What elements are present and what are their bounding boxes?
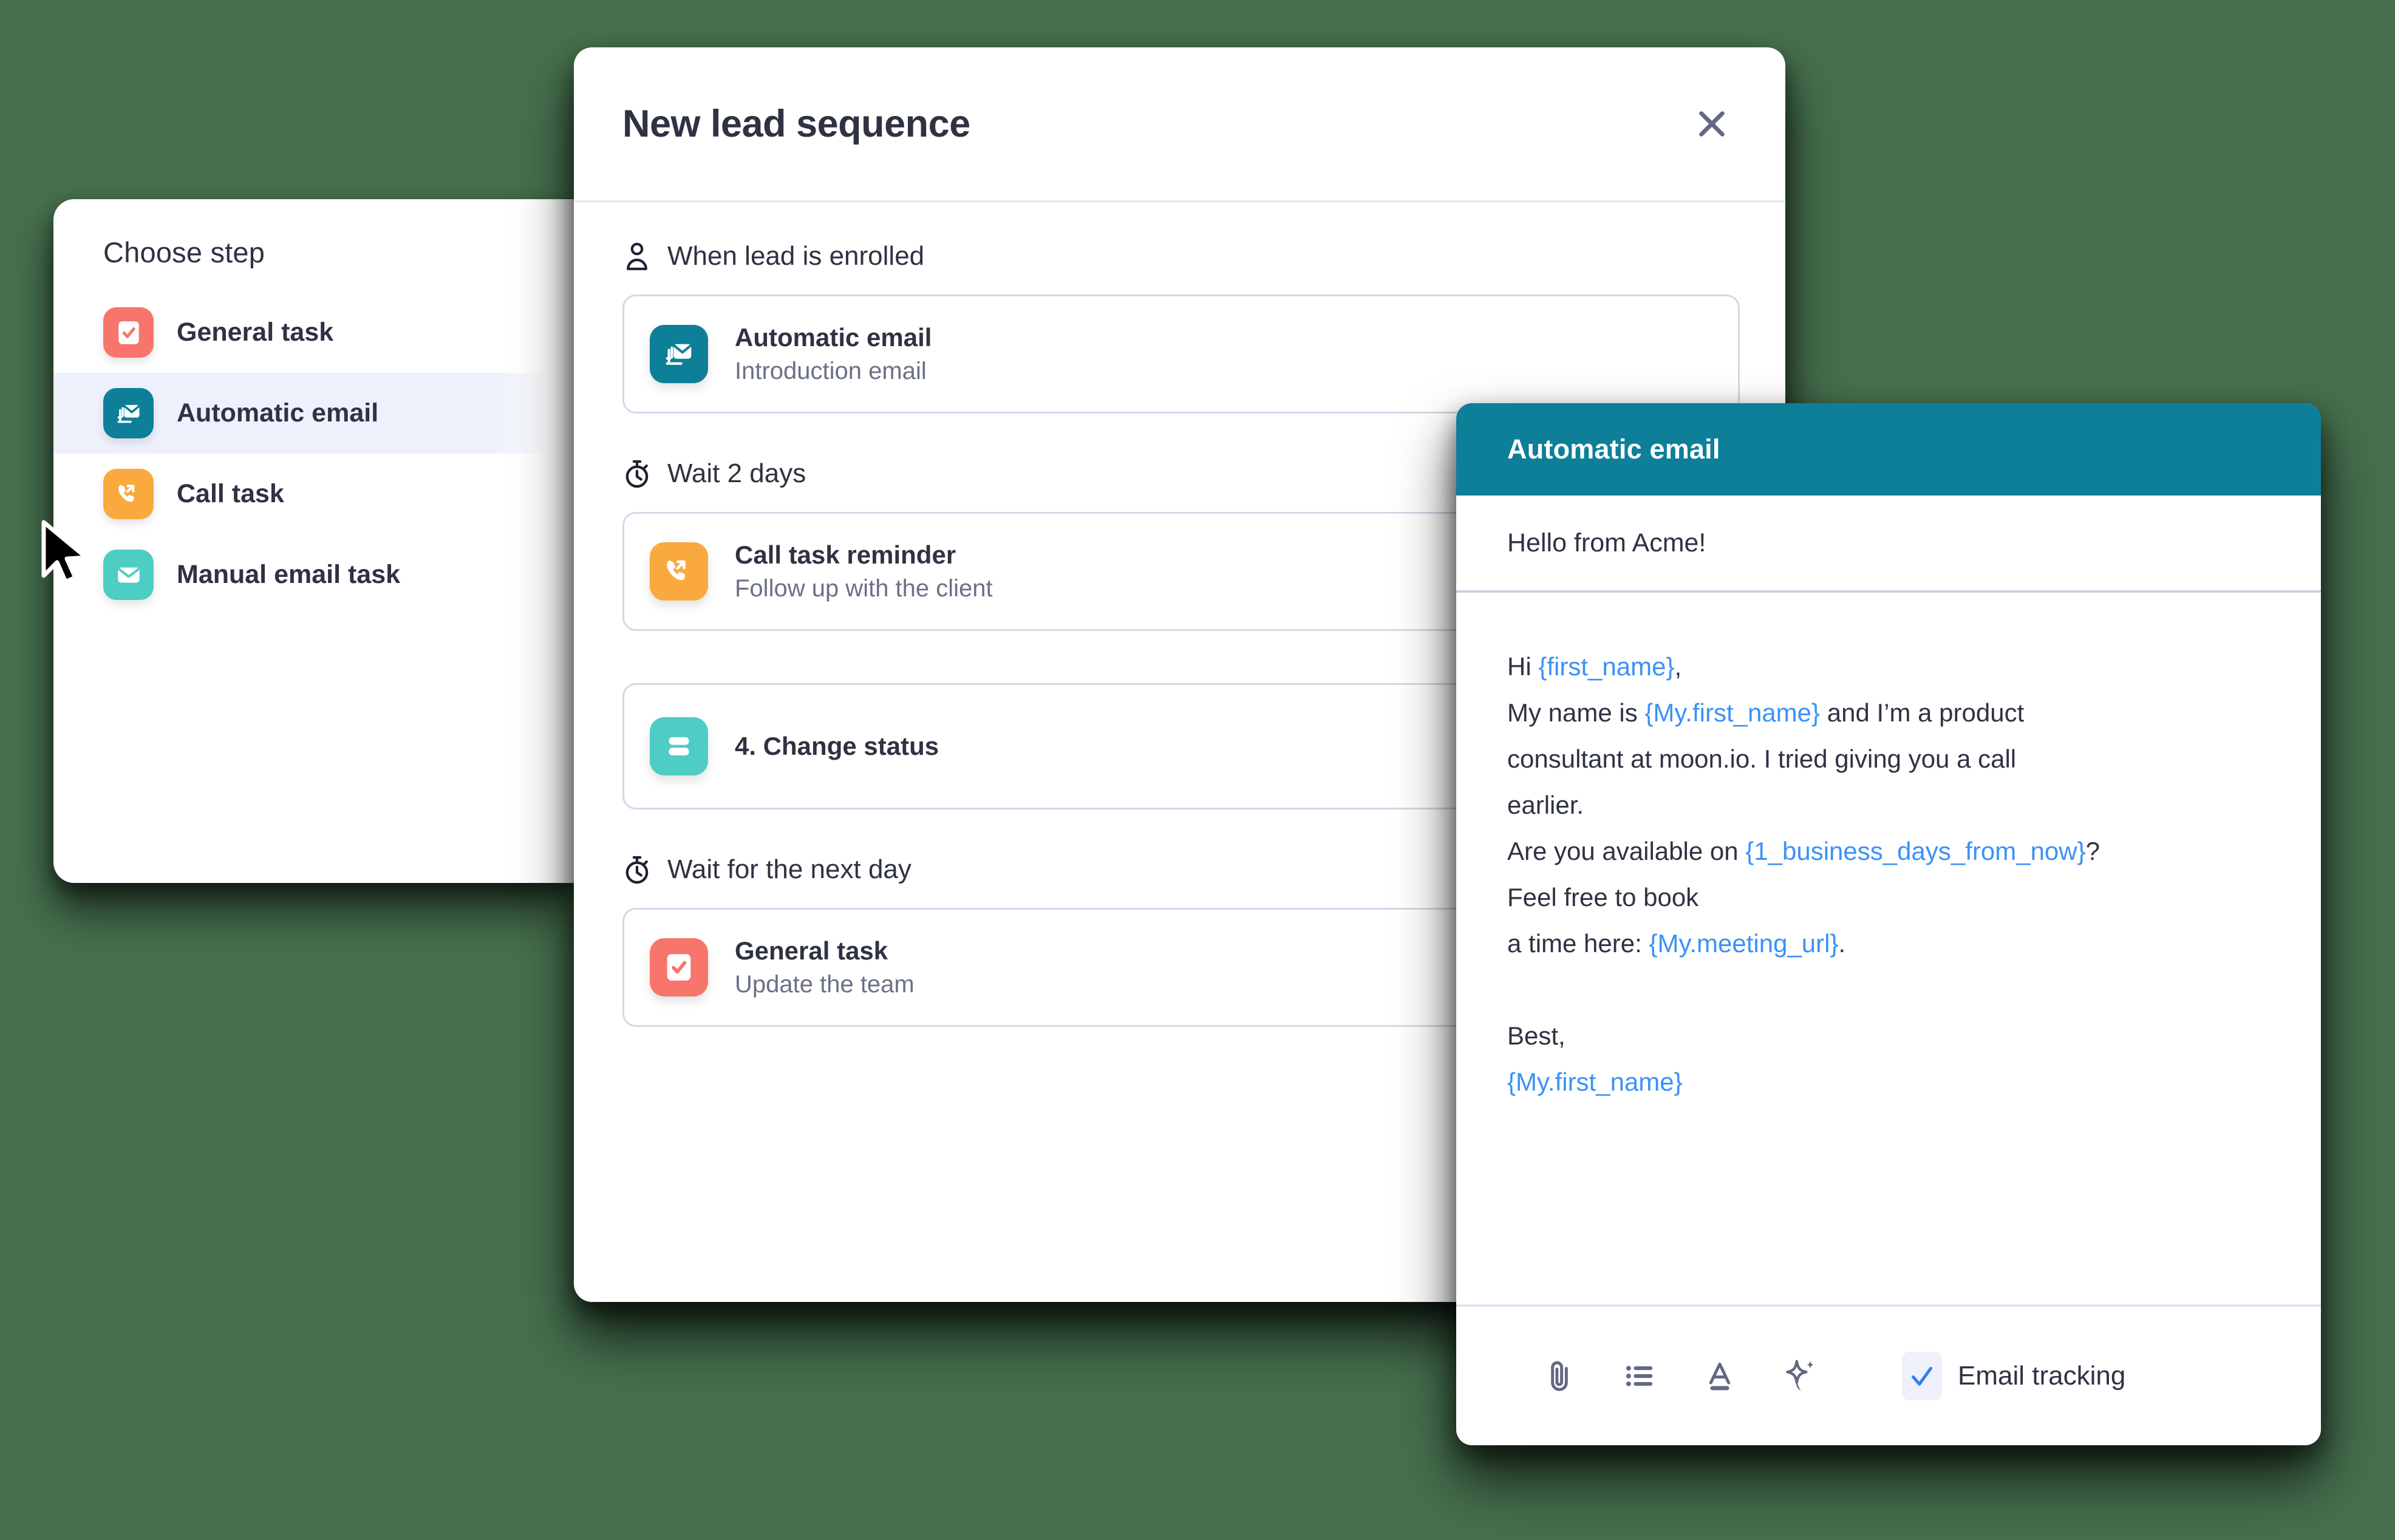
merge-variable: {My.first_name} [1644,698,1821,727]
section-heading-label: Wait 2 days [667,458,806,488]
email-body-line: consultant at moon.io. I tried giving yo… [1507,744,2017,773]
choose-step-list: General task Automatic email Call task M… [53,292,576,615]
automatic-email-panel: Automatic email Hello from Acme! Hi {fir… [1456,403,2321,1445]
email-panel-title: Automatic email [1507,434,1720,465]
card-subtitle: Introduction email [735,358,927,384]
section-heading-when-lead-enrolled: When lead is enrolled [622,236,1785,276]
email-body-line: My name is {My.first_name} and I’m a pro… [1507,690,2278,736]
stopwatch-icon [625,460,649,488]
email-tracking-toggle[interactable]: Email tracking [1902,1352,2125,1400]
line-text: ? [2085,837,2100,865]
email-body-line: earlier. [1507,791,1584,819]
stacked-email-icon [103,388,154,438]
step-option-manual-email-task[interactable]: Manual email task [53,534,576,615]
email-toolbar: Email tracking [1456,1304,2321,1445]
email-body-line: Hi {first_name}, [1507,644,2278,690]
modal-header: New lead sequence [574,47,1785,202]
checkbox-task-icon [103,307,154,358]
choose-step-title: Choose step [103,236,265,268]
line-text: Are you available on [1507,837,1746,865]
card-subtitle: Update the team [735,971,915,998]
outgoing-call-icon [103,469,154,519]
card-title: 4. Change status [735,732,939,760]
section-heading-label: When lead is enrolled [667,241,925,271]
step-option-automatic-email[interactable]: Automatic email [53,373,576,454]
check-icon [1912,1366,1933,1386]
card-subtitle: Follow up with the client [735,575,993,602]
text-format-icon [1709,1362,1731,1391]
card-title: Call task reminder [735,540,956,569]
outgoing-call-icon [650,542,708,601]
attach-file-button[interactable] [1534,1351,1585,1402]
step-option-label: Call task [177,479,284,508]
email-body-line: Are you available on {1_business_days_fr… [1507,828,2278,874]
card-text: Automatic email Introduction email [735,323,932,385]
checkbox-task-icon [650,938,708,997]
line-text: a time here: [1507,929,1649,958]
step-option-call-task[interactable]: Call task [53,454,576,534]
person-icon [627,242,647,270]
page-title: New lead sequence [622,103,970,145]
email-panel-header: Automatic email [1456,403,2321,496]
merge-variable: {My.meeting_url} [1649,929,1839,958]
line-text: My name is [1507,698,1645,727]
email-tracking-checkbox[interactable] [1902,1352,1942,1400]
email-body-line: Feel free to book [1507,883,1699,911]
text-format-button[interactable] [1694,1351,1745,1402]
close-button[interactable] [1686,98,1738,150]
merge-variable: {first_name} [1538,652,1675,681]
ai-assist-button[interactable] [1774,1351,1825,1402]
merge-variable: {1_business_days_from_now} [1745,837,2086,865]
line-text: Hi [1507,652,1539,681]
email-body-line: a time here: {My.meeting_url}. [1507,921,2278,967]
card-text: Call task reminder Follow up with the cl… [735,540,993,602]
line-text: and I’m a product [1820,698,2025,727]
stopwatch-icon [625,856,649,884]
step-option-label: Manual email task [177,560,401,589]
email-tracking-label: Email tracking [1958,1361,2126,1391]
merge-variable: {My.first_name} [1507,1068,1683,1096]
paperclip-icon [1551,1361,1568,1391]
email-body-editor[interactable]: Hi {first_name}, My name is {My.first_na… [1456,593,2321,1304]
choose-step-panel: Choose step General task Automatic email [53,199,576,883]
email-subject-value: Hello from Acme! [1507,528,1706,557]
card-text: General task Update the team [735,936,915,998]
envelope-icon [103,550,154,600]
close-icon [1699,111,1725,137]
bullet-list-icon [1626,1366,1653,1386]
card-title: General task [735,936,888,965]
sparkle-icon [1786,1360,1814,1391]
step-option-general-task[interactable]: General task [53,292,576,373]
section-heading-label: Wait for the next day [667,854,911,884]
email-body-line: Best, [1507,1021,1565,1050]
line-text: , [1674,652,1682,681]
line-text: . [1838,929,1846,958]
sequence-step-card-automatic-email[interactable]: Automatic email Introduction email [622,295,1740,414]
status-rows-icon [650,717,708,775]
email-subject-field[interactable]: Hello from Acme! [1456,496,2321,593]
stacked-email-icon [650,325,708,383]
bulleted-list-button[interactable] [1614,1351,1665,1402]
card-title: Automatic email [735,323,932,352]
step-option-label: General task [177,318,334,347]
step-option-label: Automatic email [177,398,379,428]
